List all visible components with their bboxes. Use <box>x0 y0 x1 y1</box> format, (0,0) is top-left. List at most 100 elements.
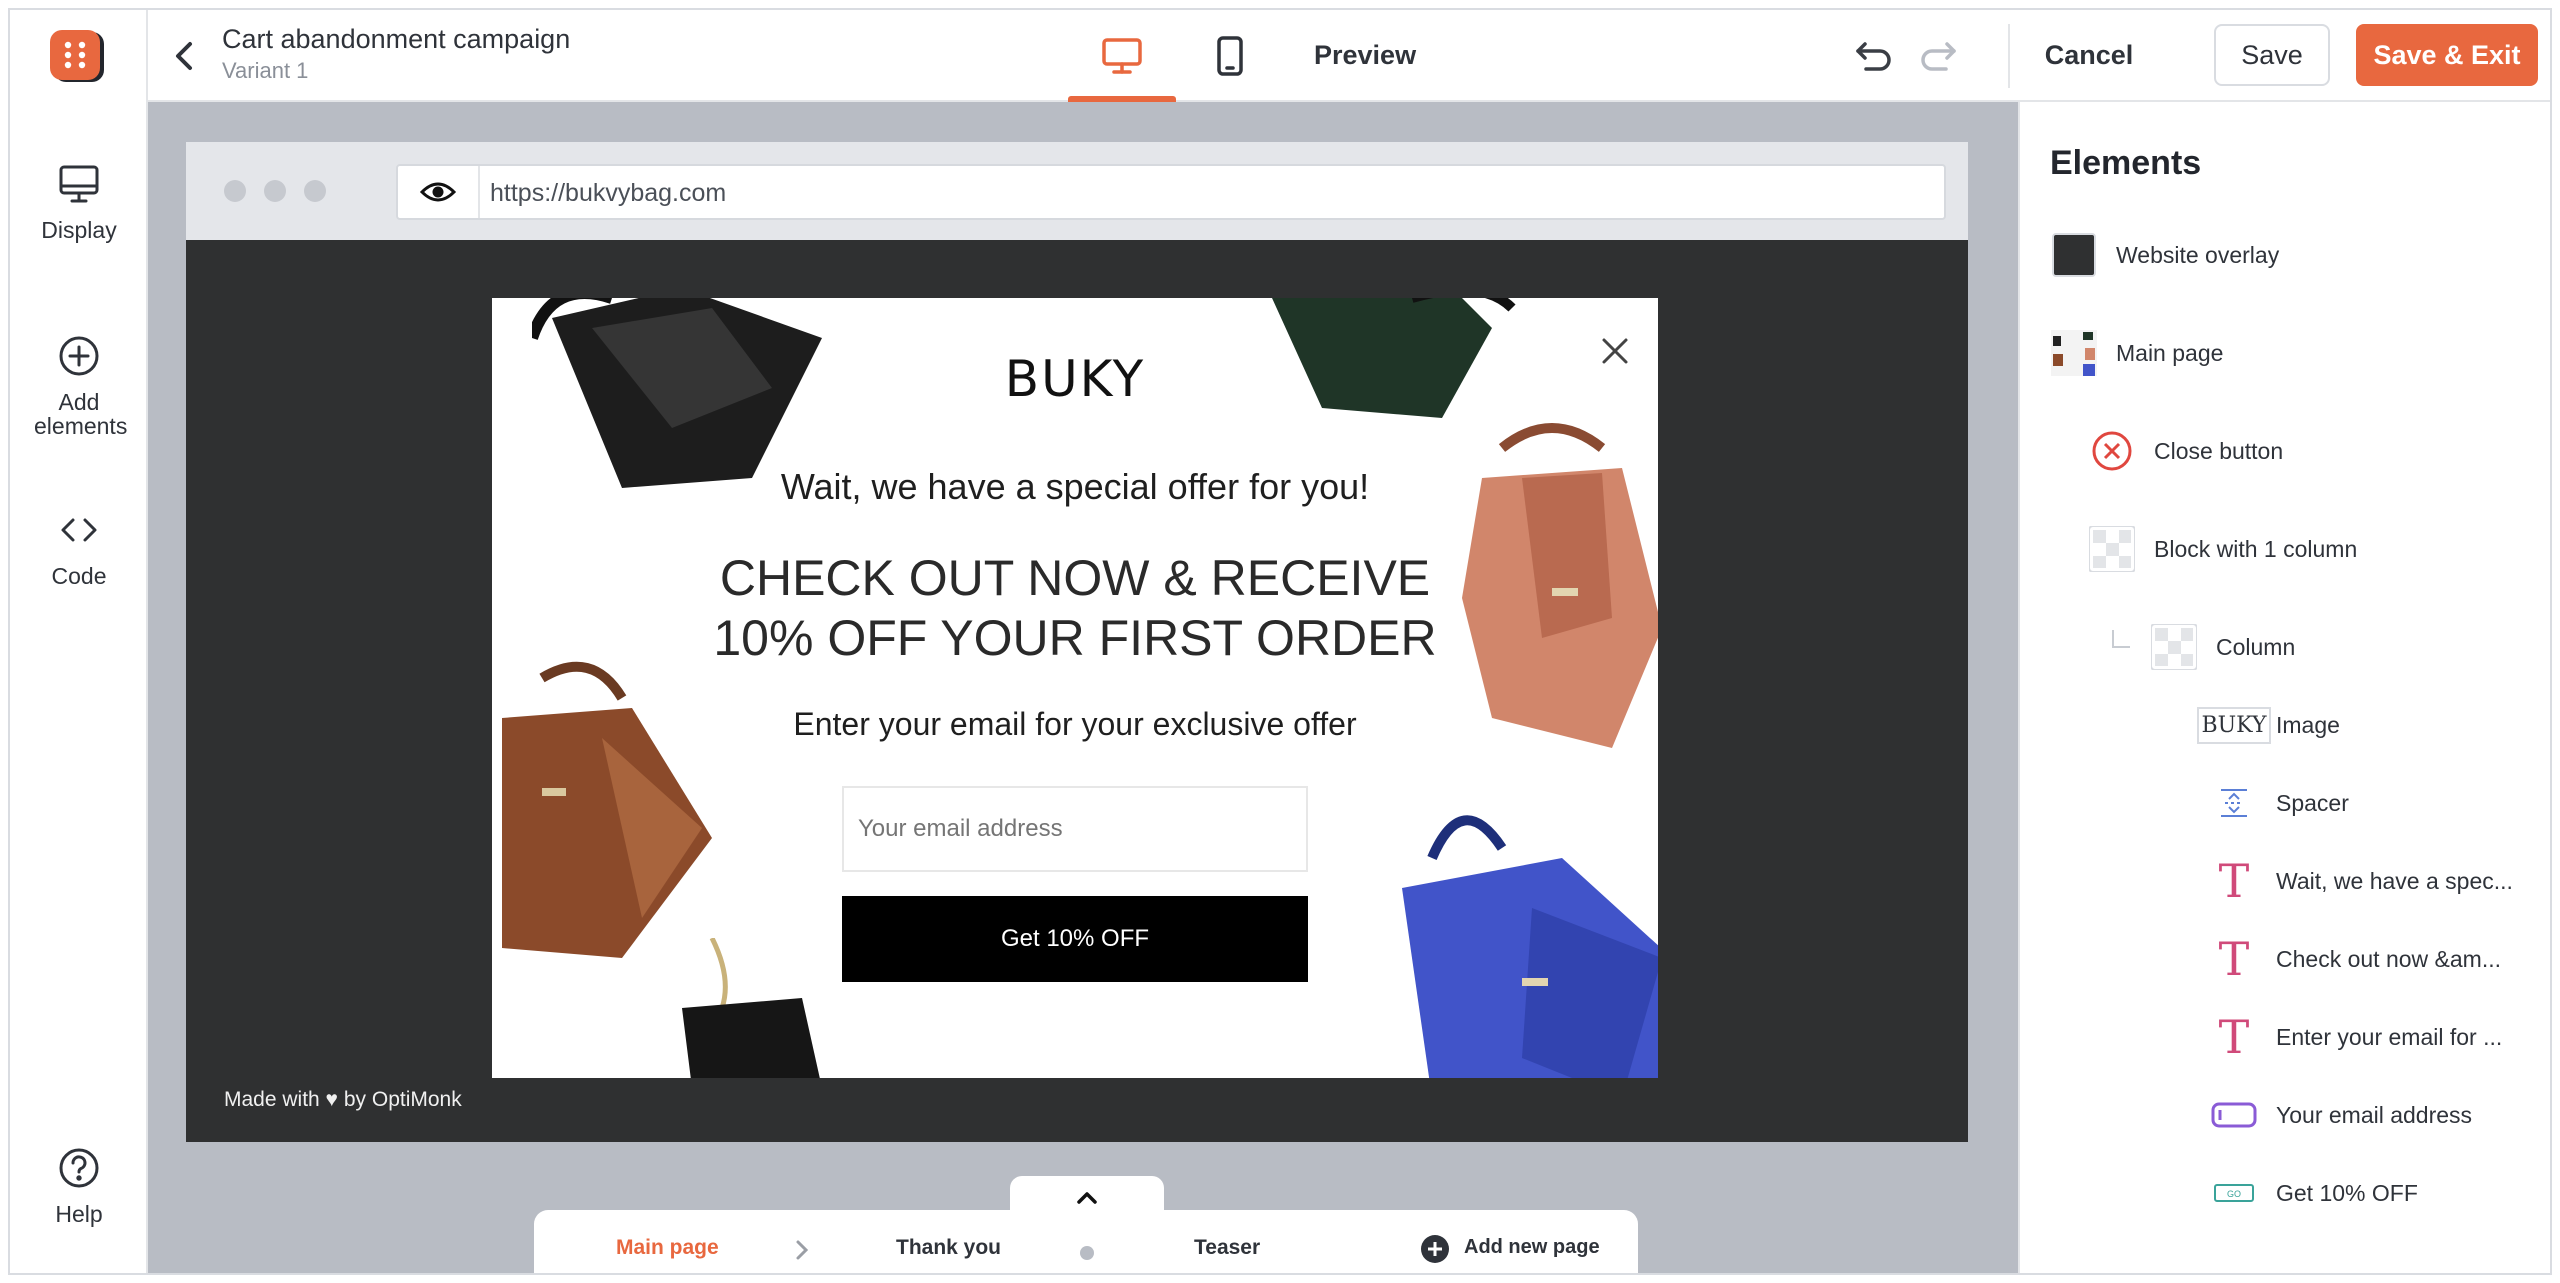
redo-icon[interactable] <box>1918 40 1958 74</box>
layer-label: Website overlay <box>2116 241 2280 268</box>
rail-add-elements[interactable]: Add elements <box>10 334 148 438</box>
top-bar: Cart abandonment campaign Variant 1 Prev… <box>148 10 2550 102</box>
blue-backpack-image <box>1402 815 1658 1078</box>
mobile-icon <box>1217 36 1243 76</box>
layer-label: Column <box>2216 633 2296 660</box>
layer-text-2[interactable]: T Check out now &am... <box>2210 930 2501 988</box>
checker-thumb-icon <box>2150 623 2198 671</box>
layer-main-page[interactable]: Main page <box>2050 324 2223 382</box>
layer-block[interactable]: Block with 1 column <box>2088 520 2357 578</box>
url-bar[interactable]: https://bukvybag.com <box>396 164 1946 220</box>
button-go-icon: GO <box>2210 1169 2258 1217</box>
campaign-title: Cart abandonment campaign <box>222 24 571 54</box>
text-icon: T <box>2218 854 2250 908</box>
rail-add-label: Add elements <box>34 389 128 439</box>
input-field-icon <box>2210 1091 2258 1139</box>
overlay-thumb-icon <box>2050 231 2098 279</box>
popup-intro-text[interactable]: Wait, we have a special offer for you! <box>492 466 1658 508</box>
variant-name: Variant 1 <box>222 58 309 83</box>
preview-button[interactable]: Preview <box>1314 40 1416 71</box>
rail-code-label: Code <box>51 563 107 589</box>
add-page-plus-icon[interactable] <box>1420 1234 1450 1264</box>
checker-thumb-icon <box>2088 525 2136 573</box>
layer-text-1[interactable]: T Wait, we have a spec... <box>2210 852 2513 910</box>
app-window: Display Add elements Code Help Cart aban… <box>8 8 2552 1275</box>
device-desktop-toggle[interactable] <box>1068 10 1176 102</box>
device-mobile-toggle[interactable] <box>1176 10 1284 102</box>
window-dot <box>264 180 286 202</box>
layer-label: Image <box>2276 711 2340 738</box>
layer-label: Wait, we have a spec... <box>2276 867 2513 894</box>
help-icon <box>59 1148 99 1188</box>
url-text: https://bukvybag.com <box>490 179 727 207</box>
layer-column[interactable]: Column <box>2150 618 2295 676</box>
desktop-icon <box>1102 38 1142 74</box>
page-tab-teaser[interactable]: Teaser <box>1194 1236 1260 1260</box>
popup-headline-line-1: CHECK OUT NOW & RECEIVE <box>719 550 1431 606</box>
save-button[interactable]: Save <box>2214 24 2330 86</box>
get-offer-button[interactable]: Get 10% OFF <box>842 896 1308 982</box>
layer-spacer[interactable]: Spacer <box>2210 774 2349 832</box>
eye-icon <box>420 182 456 202</box>
chevron-up-icon <box>1077 1192 1097 1204</box>
rail-help-label: Help <box>55 1201 103 1227</box>
layer-label: Main page <box>2116 339 2224 366</box>
popup-email-prompt[interactable]: Enter your email for your exclusive offe… <box>492 706 1658 743</box>
add-circle-icon <box>59 336 99 376</box>
layer-label: Enter your email for ... <box>2276 1023 2503 1050</box>
window-dot <box>304 180 326 202</box>
panel-title: Elements <box>2050 144 2202 182</box>
spacer-icon <box>2210 779 2258 827</box>
made-with-badge[interactable]: Made with ♥ by OptiMonk <box>224 1088 462 1112</box>
page-tab-main[interactable]: Main page <box>616 1236 719 1260</box>
email-input[interactable] <box>842 786 1308 872</box>
eye-icon-wrap[interactable] <box>398 166 480 218</box>
save-exit-button[interactable]: Save & Exit <box>2356 24 2538 86</box>
layer-label: Block with 1 column <box>2154 535 2358 562</box>
toolbar-divider <box>2008 24 2010 88</box>
window-dot <box>224 180 246 202</box>
svg-text:GO: GO <box>2227 1189 2241 1199</box>
popup-headline-line-2: 10% OFF YOUR FIRST ORDER <box>713 610 1437 666</box>
rail-help[interactable]: Help <box>10 1146 148 1226</box>
browser-mockup: https://bukvybag.com BUKY Wait, we have … <box>186 142 1968 1142</box>
text-icon: T <box>2218 932 2250 986</box>
layer-input[interactable]: Your email address <box>2210 1086 2472 1144</box>
close-circle-icon <box>2088 427 2136 475</box>
layer-label: Close button <box>2154 437 2284 464</box>
monitor-icon <box>59 165 99 203</box>
image-thumb-icon: BUKY <box>2197 701 2271 749</box>
close-icon[interactable] <box>1598 334 1632 368</box>
small-pouch-image <box>682 938 820 1078</box>
page-switcher: Main page Thank you Teaser Add new page <box>534 1210 1638 1273</box>
rail-display[interactable]: Display <box>10 162 148 242</box>
elements-panel: Elements Website overlay Main page Close… <box>2018 102 2550 1273</box>
brand-logo-image[interactable]: BUKY <box>492 350 1658 408</box>
layer-website-overlay[interactable]: Website overlay <box>2050 226 2279 284</box>
chevron-right-icon <box>796 1240 809 1260</box>
cancel-button[interactable]: Cancel <box>2034 24 2144 86</box>
layer-label: Check out now &am... <box>2276 945 2501 972</box>
rail-display-label: Display <box>41 217 117 243</box>
code-icon <box>61 518 97 542</box>
undo-icon[interactable] <box>1854 40 1894 74</box>
layer-label: Spacer <box>2276 789 2349 816</box>
layer-image[interactable]: BUKY Image <box>2197 696 2340 754</box>
popup[interactable]: BUKY Wait, we have a special offer for y… <box>492 298 1658 1078</box>
browser-chrome: https://bukvybag.com <box>186 142 1968 240</box>
tree-connector <box>2112 630 2130 648</box>
back-chevron-icon[interactable] <box>170 38 200 74</box>
layer-text-3[interactable]: T Enter your email for ... <box>2210 1008 2503 1066</box>
page-tab-thank-you[interactable]: Thank you <box>896 1236 1001 1260</box>
layer-label: Your email address <box>2276 1101 2473 1128</box>
left-rail: Display Add elements Code Help <box>10 10 148 1273</box>
layer-close-button[interactable]: Close button <box>2088 422 2283 480</box>
layer-button[interactable]: GO Get 10% OFF <box>2210 1164 2418 1222</box>
popup-headline[interactable]: CHECK OUT NOW & RECEIVE 10% OFF YOUR FIR… <box>492 548 1658 668</box>
rail-code[interactable]: Code <box>10 508 148 588</box>
optimonk-logo[interactable] <box>48 28 108 88</box>
page-divider-dot <box>1080 1246 1094 1260</box>
layer-label: Get 10% OFF <box>2276 1179 2418 1206</box>
add-new-page-button[interactable]: Add new page <box>1464 1236 1600 1259</box>
text-icon: T <box>2218 1010 2250 1064</box>
